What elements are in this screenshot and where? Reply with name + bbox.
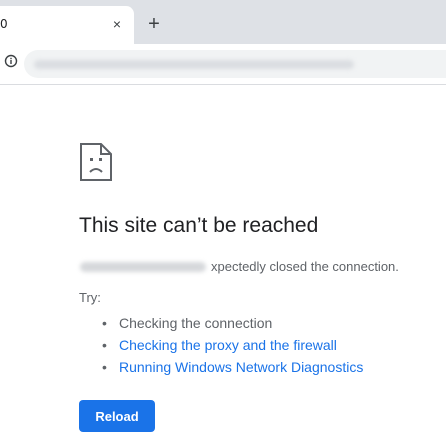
tab-title: 0 bbox=[0, 17, 8, 31]
new-tab-button[interactable]: + bbox=[144, 14, 164, 34]
address-bar[interactable] bbox=[24, 50, 446, 78]
sad-document-icon bbox=[80, 143, 112, 181]
suggestion-list: Checking the connection Checking the pro… bbox=[102, 312, 363, 378]
error-message: xpectedly closed the connection. bbox=[211, 259, 399, 274]
suggestion-text: Checking the connection bbox=[119, 315, 273, 331]
url-text-redacted bbox=[34, 60, 354, 69]
close-tab-icon[interactable]: × bbox=[108, 15, 126, 33]
hostname-redacted bbox=[80, 262, 206, 272]
try-label: Try: bbox=[79, 290, 101, 305]
suggestion-item: Checking the connection bbox=[102, 312, 363, 334]
active-tab[interactable]: 0 × bbox=[0, 6, 134, 44]
toolbar bbox=[0, 44, 446, 85]
tab-strip: 0 × + bbox=[0, 0, 446, 44]
network-diagnostics-link[interactable]: Running Windows Network Diagnostics bbox=[119, 359, 363, 375]
reload-button[interactable]: Reload bbox=[79, 400, 155, 432]
suggestion-item: Checking the proxy and the firewall bbox=[102, 334, 363, 356]
error-title: This site can’t be reached bbox=[79, 214, 319, 237]
proxy-firewall-link[interactable]: Checking the proxy and the firewall bbox=[119, 337, 337, 353]
info-circle-icon[interactable] bbox=[4, 54, 18, 68]
suggestion-item: Running Windows Network Diagnostics bbox=[102, 356, 363, 378]
